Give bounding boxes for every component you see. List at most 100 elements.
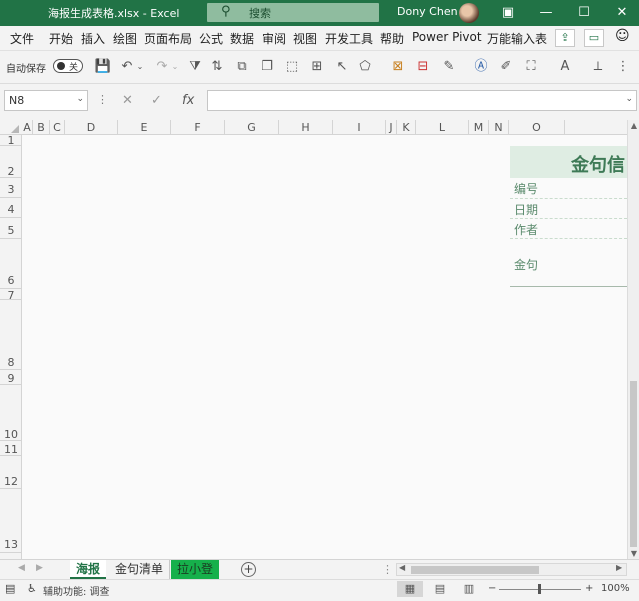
column-header[interactable]: C xyxy=(50,120,65,135)
scroll-thumb[interactable] xyxy=(411,566,539,574)
row-header[interactable]: 3 xyxy=(0,178,22,198)
filter-icon[interactable]: ⧩ xyxy=(186,58,204,76)
redo-dropdown-icon[interactable]: ⌄ xyxy=(166,58,184,76)
tab-developer[interactable]: 开发工具 xyxy=(325,30,373,47)
tab-insert[interactable]: 插入 xyxy=(81,30,105,47)
scroll-down-icon[interactable]: ▼ xyxy=(629,549,639,559)
column-header[interactable]: K xyxy=(397,120,416,135)
insert-icon[interactable]: ⊠ xyxy=(389,58,407,76)
tab-view[interactable]: 视图 xyxy=(293,30,317,47)
column-header[interactable]: H xyxy=(279,120,333,135)
row-header[interactable]: 9 xyxy=(0,370,22,385)
scroll-up-icon[interactable]: ▲ xyxy=(629,121,639,131)
minimize-button[interactable]: — xyxy=(535,2,557,24)
normal-view-icon[interactable]: ▦ xyxy=(397,581,423,597)
tab-split-handle[interactable]: ⋮ xyxy=(382,563,393,576)
column-header[interactable]: L xyxy=(416,120,469,135)
tab-data[interactable]: 数据 xyxy=(230,30,254,47)
page-layout-view-icon[interactable]: ▤ xyxy=(427,581,453,597)
accessibility-icon[interactable]: ♿ xyxy=(27,582,37,595)
page-break-view-icon[interactable]: ▥ xyxy=(456,581,482,597)
autosave-toggle[interactable]: 关 xyxy=(53,59,83,73)
tab-help[interactable]: 帮助 xyxy=(380,30,404,47)
column-header[interactable]: B xyxy=(33,120,50,135)
undo-dropdown-icon[interactable]: ⌄ xyxy=(131,58,149,76)
row-header[interactable]: 11 xyxy=(0,441,22,456)
column-header[interactable]: F xyxy=(171,120,225,135)
brush-icon[interactable]: ✐ xyxy=(497,58,515,76)
maximize-button[interactable]: ☐ xyxy=(573,2,595,24)
row-header[interactable]: 12 xyxy=(0,456,22,489)
formula-input[interactable]: ⌄ xyxy=(207,90,637,111)
sheet-tab-quote-list[interactable]: 金句清单 xyxy=(109,560,171,579)
tab-home[interactable]: 开始 xyxy=(49,30,73,47)
tab-file[interactable]: 文件 xyxy=(10,30,34,47)
tab-power-pivot[interactable]: Power Pivot xyxy=(412,30,482,44)
tab-input-table[interactable]: 万能输入表 xyxy=(487,30,547,47)
insert-function-icon[interactable]: fx xyxy=(182,93,194,108)
quote-card[interactable]: 金句信 编号 日期 作者 金句 xyxy=(510,146,627,287)
chevron-down-icon[interactable]: ⌄ xyxy=(76,94,84,104)
avatar[interactable] xyxy=(459,3,479,23)
clear-icon[interactable]: ⊟ xyxy=(414,58,432,76)
picture-icon[interactable]: ✎ xyxy=(440,58,458,76)
select-icon[interactable]: ⬚ xyxy=(283,58,301,76)
row-header[interactable]: 7 xyxy=(0,289,22,302)
crop-icon[interactable]: ⟂ xyxy=(589,58,607,76)
column-header[interactable]: N xyxy=(489,120,509,135)
scroll-thumb[interactable] xyxy=(630,381,637,547)
scroll-left-icon[interactable]: ◀ xyxy=(399,563,405,572)
group-icon[interactable]: ❐ xyxy=(258,58,276,76)
select-all-button[interactable] xyxy=(0,120,22,135)
search-box[interactable]: ⚲ 搜索 xyxy=(207,3,379,22)
column-header[interactable]: J xyxy=(386,120,397,135)
row-header[interactable]: 5 xyxy=(0,218,22,239)
scroll-right-icon[interactable]: ▶ xyxy=(616,563,622,572)
zoom-level[interactable]: 100% xyxy=(601,583,630,594)
column-header[interactable]: M xyxy=(469,120,489,135)
pointer-icon[interactable]: ↖ xyxy=(333,58,351,76)
ribbon-display-icon[interactable]: ▣ xyxy=(497,2,519,24)
row-header[interactable]: 6 xyxy=(0,239,22,289)
user-name[interactable]: Dony Chen xyxy=(397,5,458,18)
column-header[interactable]: D xyxy=(65,120,118,135)
row-header[interactable]: 13 xyxy=(0,489,22,553)
horizontal-scrollbar[interactable]: ◀ ▶ xyxy=(396,563,627,576)
zoom-slider-knob[interactable] xyxy=(538,584,541,594)
tab-review[interactable]: 审阅 xyxy=(262,30,286,47)
sheet-tab-green[interactable]: 拉小登 xyxy=(171,560,220,579)
more-options-icon[interactable]: ⋮ xyxy=(97,93,108,106)
expand-formula-icon[interactable]: ⌄ xyxy=(625,94,633,104)
add-sheet-icon[interactable]: + xyxy=(241,562,256,577)
sheet-tab-poster[interactable]: 海报 xyxy=(70,560,107,579)
row-header[interactable]: 4 xyxy=(0,198,22,218)
zoom-in-icon[interactable]: + xyxy=(585,583,593,594)
accessibility-status[interactable]: 辅助功能: 调查 xyxy=(43,583,110,598)
tab-formulas[interactable]: 公式 xyxy=(199,30,223,47)
fill-color-icon[interactable]: ⛶ xyxy=(522,58,540,76)
column-header[interactable]: I xyxy=(333,120,386,135)
worksheet-grid[interactable]: 金句信 编号 日期 作者 金句 xyxy=(22,135,627,559)
name-box[interactable]: N8 ⌄ xyxy=(4,90,88,111)
column-header[interactable]: G xyxy=(225,120,279,135)
row-header[interactable]: 10 xyxy=(0,385,22,441)
copy-format-icon[interactable]: ⧉ xyxy=(233,58,251,76)
row-header[interactable]: 2 xyxy=(0,146,22,178)
close-button[interactable]: ✕ xyxy=(611,2,633,24)
sort-icon[interactable]: ⇅ xyxy=(208,58,226,76)
column-header[interactable]: O xyxy=(509,120,565,135)
column-header[interactable]: A xyxy=(22,120,33,135)
cancel-icon[interactable]: ✕ xyxy=(122,93,133,108)
row-header[interactable]: 8 xyxy=(0,300,22,370)
feedback-icon[interactable]: ☺ xyxy=(615,28,630,44)
shapes-icon[interactable]: ⬠ xyxy=(356,58,374,76)
prev-sheet-icon[interactable]: ◀ xyxy=(18,563,25,573)
textbox-icon[interactable]: Ⓐ xyxy=(472,58,490,76)
comment-icon[interactable]: ▭ xyxy=(584,29,604,47)
share-icon[interactable]: ⇪ xyxy=(555,29,575,47)
zoom-out-icon[interactable]: − xyxy=(488,583,496,594)
align-icon[interactable]: ⊞ xyxy=(308,58,326,76)
next-sheet-icon[interactable]: ▶ xyxy=(36,563,43,573)
enter-icon[interactable]: ✓ xyxy=(151,93,162,108)
row-header[interactable]: 1 xyxy=(0,135,22,146)
